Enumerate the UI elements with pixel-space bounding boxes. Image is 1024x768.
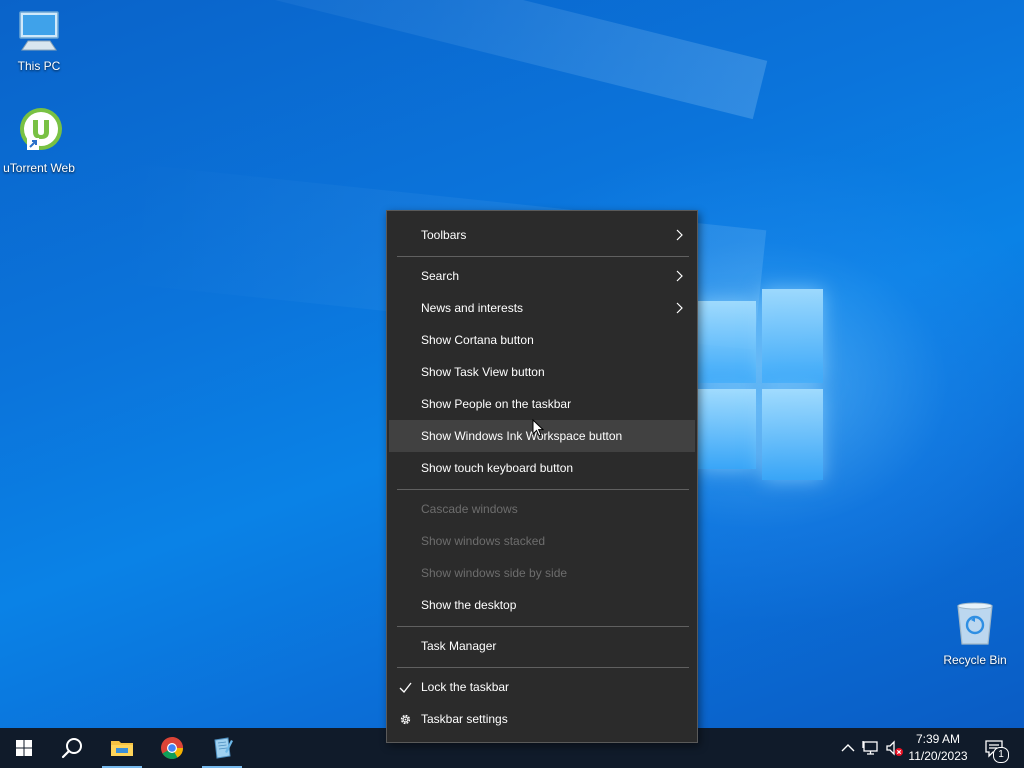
light-beam-1 xyxy=(15,0,768,120)
menu-item-show-cortana-button[interactable]: Show Cortana button xyxy=(389,324,695,356)
notification-count-badge: 1 xyxy=(993,747,1009,763)
menu-item-label: Lock the taskbar xyxy=(421,680,510,694)
taskbar-clock[interactable]: 7:39 AM 11/20/2023 xyxy=(902,728,974,768)
menu-item-label: News and interests xyxy=(421,301,524,315)
computer-icon xyxy=(19,11,59,51)
menu-item-label: Taskbar settings xyxy=(421,712,508,726)
recycle-bin-icon xyxy=(957,602,993,645)
menu-item-label: Show Task View button xyxy=(421,365,545,379)
menu-item-show-task-view-button[interactable]: Show Task View button xyxy=(389,356,695,388)
menu-separator xyxy=(397,256,689,257)
menu-separator xyxy=(397,489,689,490)
menu-item-show-people[interactable]: Show People on the taskbar xyxy=(389,388,695,420)
desktop-icon-recycle-bin[interactable]: Recycle Bin xyxy=(936,600,1014,667)
menu-item-show-touch-keyboard[interactable]: Show touch keyboard button xyxy=(389,452,695,484)
taskbar-context-menu: Toolbars Search News and interests Show … xyxy=(386,210,698,743)
checkmark-icon xyxy=(399,682,412,693)
clock-date: 11/20/2023 xyxy=(908,749,968,763)
chrome-icon xyxy=(161,737,183,759)
clock-time: 7:39 AM xyxy=(915,732,961,746)
menu-separator xyxy=(397,667,689,668)
menu-item-lock-the-taskbar[interactable]: Lock the taskbar xyxy=(389,671,695,703)
notepad-icon xyxy=(214,737,233,759)
menu-item-cascade-windows: Cascade windows xyxy=(389,493,695,525)
taskbar-app-notepad[interactable] xyxy=(198,728,246,768)
network-icon[interactable] xyxy=(861,738,881,758)
menu-item-label: Show windows stacked xyxy=(421,534,546,548)
menu-item-news-and-interests[interactable]: News and interests xyxy=(389,292,695,324)
menu-item-label: Search xyxy=(421,269,460,283)
menu-item-show-windows-side-by-side: Show windows side by side xyxy=(389,557,695,589)
menu-separator xyxy=(397,626,689,627)
taskbar-app-chrome[interactable] xyxy=(148,728,196,768)
menu-item-label: Cascade windows xyxy=(421,502,518,516)
gear-icon xyxy=(400,714,411,725)
desktop-icon-utorrent-web[interactable]: uTorrent Web xyxy=(0,106,78,175)
start-button[interactable] xyxy=(0,728,48,768)
show-hidden-icons-chevron-up-icon[interactable] xyxy=(838,738,858,758)
menu-item-search[interactable]: Search xyxy=(389,260,695,292)
desktop-icon-this-pc[interactable]: This PC xyxy=(0,8,78,73)
utorrent-icon xyxy=(20,108,62,150)
chevron-right-icon xyxy=(676,270,683,282)
menu-item-taskbar-settings[interactable]: Taskbar settings xyxy=(389,703,695,735)
windows-wallpaper-logo xyxy=(698,289,823,480)
menu-item-label: Show the desktop xyxy=(421,598,517,612)
windows-logo-icon xyxy=(16,740,32,756)
menu-item-label: Show Windows Ink Workspace button xyxy=(421,429,623,443)
menu-item-label: Show windows side by side xyxy=(421,566,568,580)
search-button[interactable] xyxy=(48,728,96,768)
chevron-right-icon xyxy=(676,302,683,314)
volume-muted-icon[interactable] xyxy=(884,738,904,758)
desktop-icon-label: Recycle Bin xyxy=(943,653,1007,667)
menu-item-label: Toolbars xyxy=(421,228,467,242)
desktop-icon-label: uTorrent Web xyxy=(3,161,75,175)
folder-icon xyxy=(111,741,133,756)
chevron-right-icon xyxy=(676,229,683,241)
menu-item-toolbars[interactable]: Toolbars xyxy=(389,219,695,251)
taskbar-app-file-explorer[interactable] xyxy=(98,728,146,768)
menu-item-show-the-desktop[interactable]: Show the desktop xyxy=(389,589,695,621)
mouse-cursor-icon xyxy=(532,419,544,437)
menu-item-label: Show touch keyboard button xyxy=(421,461,574,475)
search-icon xyxy=(61,738,82,759)
menu-item-label: Show People on the taskbar xyxy=(421,397,572,411)
menu-item-label: Show Cortana button xyxy=(421,333,534,347)
menu-item-task-manager[interactable]: Task Manager xyxy=(389,630,695,662)
menu-item-show-windows-stacked: Show windows stacked xyxy=(389,525,695,557)
menu-item-label: Task Manager xyxy=(421,639,497,653)
desktop-icon-label: This PC xyxy=(17,59,61,73)
action-center-button[interactable]: 1 xyxy=(978,728,1018,768)
